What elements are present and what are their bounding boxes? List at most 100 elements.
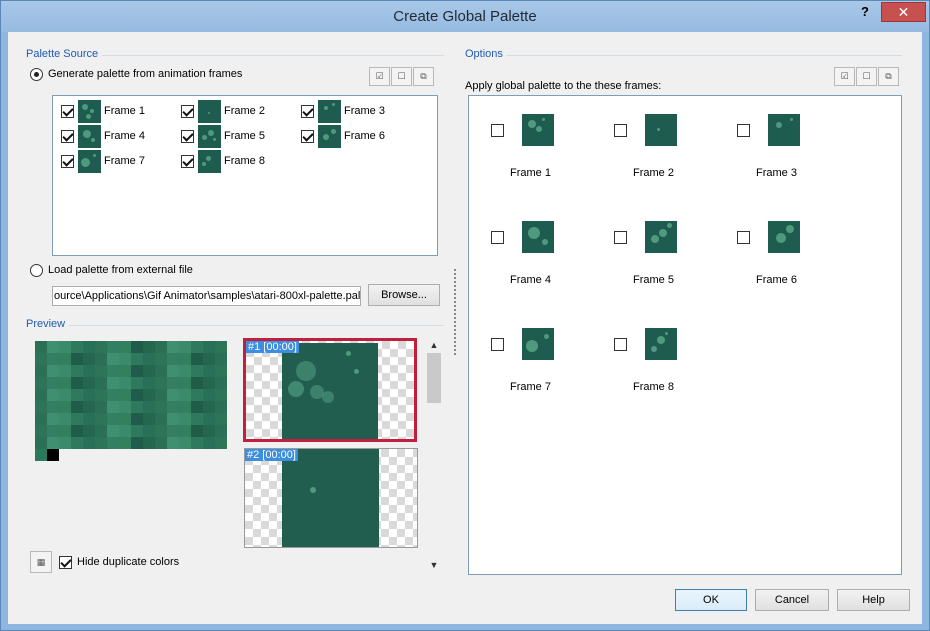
source-frame-6-checkbox[interactable] [301, 130, 314, 143]
palette-swatch [47, 389, 59, 401]
palette-swatch [191, 425, 203, 437]
apply-frame-1-checkbox[interactable] [491, 124, 504, 137]
generate-palette-label: Generate palette from animation frames [48, 68, 243, 80]
load-palette-radio[interactable] [30, 264, 43, 277]
source-frame-5-label: Frame 5 [224, 130, 265, 142]
palette-swatch [179, 413, 191, 425]
palette-swatch [179, 365, 191, 377]
palette-swatch [83, 389, 95, 401]
palette-swatch [131, 413, 143, 425]
source-frame-4-checkbox[interactable] [61, 130, 74, 143]
palette-swatch [131, 365, 143, 377]
palette-swatch [71, 377, 83, 389]
palette-swatch [155, 365, 167, 377]
source-frame-6-label: Frame 6 [344, 130, 385, 142]
apply-check-all-icon[interactable]: ☑ [834, 67, 855, 86]
apply-frame-8-checkbox[interactable] [614, 338, 627, 351]
palette-swatch [215, 389, 227, 401]
palette-swatch [143, 413, 155, 425]
apply-frame-3-label: Frame 3 [756, 167, 797, 179]
close-button[interactable]: ✕ [881, 2, 926, 22]
apply-frame-4-checkbox[interactable] [491, 231, 504, 244]
source-frame-1-checkbox[interactable] [61, 105, 74, 118]
source-frame-8-checkbox[interactable] [181, 155, 194, 168]
palette-swatch [119, 353, 131, 365]
palette-swatch [35, 377, 47, 389]
apply-frame-6-thumbnail [768, 221, 800, 253]
palette-swatch [59, 377, 71, 389]
palette-swatch [83, 341, 95, 353]
cancel-button[interactable]: Cancel [755, 589, 829, 611]
palette-swatch [143, 353, 155, 365]
splitter-grip[interactable] [454, 269, 456, 355]
source-frame-5-checkbox[interactable] [181, 130, 194, 143]
palette-swatch [47, 341, 59, 353]
apply-invert-icon[interactable]: ⧉ [878, 67, 899, 86]
palette-swatch [95, 377, 107, 389]
apply-frame-7-label: Frame 7 [510, 381, 551, 393]
source-frame-7-label: Frame 7 [104, 155, 145, 167]
palette-swatch [47, 401, 59, 413]
browse-button[interactable]: Browse... [368, 284, 440, 306]
apply-frame-6-checkbox[interactable] [737, 231, 750, 244]
palette-swatch [107, 401, 119, 413]
apply-frame-8-thumbnail [645, 328, 677, 360]
apply-uncheck-all-icon[interactable]: ☐ [856, 67, 877, 86]
palette-swatch [167, 365, 179, 377]
palette-swatch [191, 389, 203, 401]
palette-swatch [203, 377, 215, 389]
preview-scroll-thumb[interactable] [427, 353, 441, 403]
palette-source-title: Palette Source [26, 48, 103, 60]
palette-swatch [83, 401, 95, 413]
preview-frame-1[interactable]: #1 [00:00] [243, 338, 417, 442]
palette-swatch-black [47, 449, 59, 461]
preview-frame-2[interactable]: #2 [00:00] [244, 448, 418, 548]
apply-frame-5-checkbox[interactable] [614, 231, 627, 244]
source-frame-2-checkbox[interactable] [181, 105, 194, 118]
palette-swatch [143, 377, 155, 389]
palette-swatch [35, 389, 47, 401]
palette-swatch [59, 353, 71, 365]
ok-button[interactable]: OK [675, 589, 747, 611]
palette-swatch [119, 413, 131, 425]
palette-swatch [71, 365, 83, 377]
hide-duplicates-checkbox[interactable] [59, 556, 72, 569]
palette-swatch [71, 389, 83, 401]
palette-path-input[interactable]: ource\Applications\Gif Animator\samples\… [52, 286, 361, 306]
source-frame-3-checkbox[interactable] [301, 105, 314, 118]
source-frame-8-thumbnail [198, 150, 221, 173]
palette-swatch [107, 353, 119, 365]
palette-swatch [191, 365, 203, 377]
invert-selection-icon[interactable]: ⧉ [413, 67, 434, 86]
apply-frame-3-checkbox[interactable] [737, 124, 750, 137]
palette-swatch [167, 425, 179, 437]
title-bar[interactable]: Create Global Palette ? ✕ [1, 1, 929, 32]
help-button[interactable]: Help [837, 589, 910, 611]
check-all-icon[interactable]: ☑ [369, 67, 390, 86]
palette-swatch [107, 437, 119, 449]
palette-swatch [203, 401, 215, 413]
palette-swatch [167, 341, 179, 353]
palette-swatch [71, 353, 83, 365]
apply-frames-list: Frame 1 Frame 2 Frame 3 Frame 4 Frame 5 Frame… [468, 95, 902, 575]
uncheck-all-icon[interactable]: ☐ [391, 67, 412, 86]
palette-editor-icon[interactable]: ▦ [30, 551, 52, 573]
palette-swatch [191, 341, 203, 353]
source-frame-7-checkbox[interactable] [61, 155, 74, 168]
palette-swatch [131, 389, 143, 401]
palette-swatch [107, 389, 119, 401]
options-title: Options [465, 48, 507, 60]
scroll-down-icon[interactable]: ▼ [426, 557, 442, 573]
apply-frame-2-checkbox[interactable] [614, 124, 627, 137]
generate-palette-radio[interactable] [30, 68, 43, 81]
palette-swatch [167, 353, 179, 365]
scroll-up-icon[interactable]: ▲ [426, 337, 442, 353]
palette-swatch [59, 425, 71, 437]
palette-swatch [179, 377, 191, 389]
help-icon[interactable]: ? [857, 4, 873, 22]
apply-frame-7-checkbox[interactable] [491, 338, 504, 351]
palette-swatch [143, 365, 155, 377]
palette-swatch [191, 353, 203, 365]
palette-swatch [35, 353, 47, 365]
palette-swatch [107, 365, 119, 377]
